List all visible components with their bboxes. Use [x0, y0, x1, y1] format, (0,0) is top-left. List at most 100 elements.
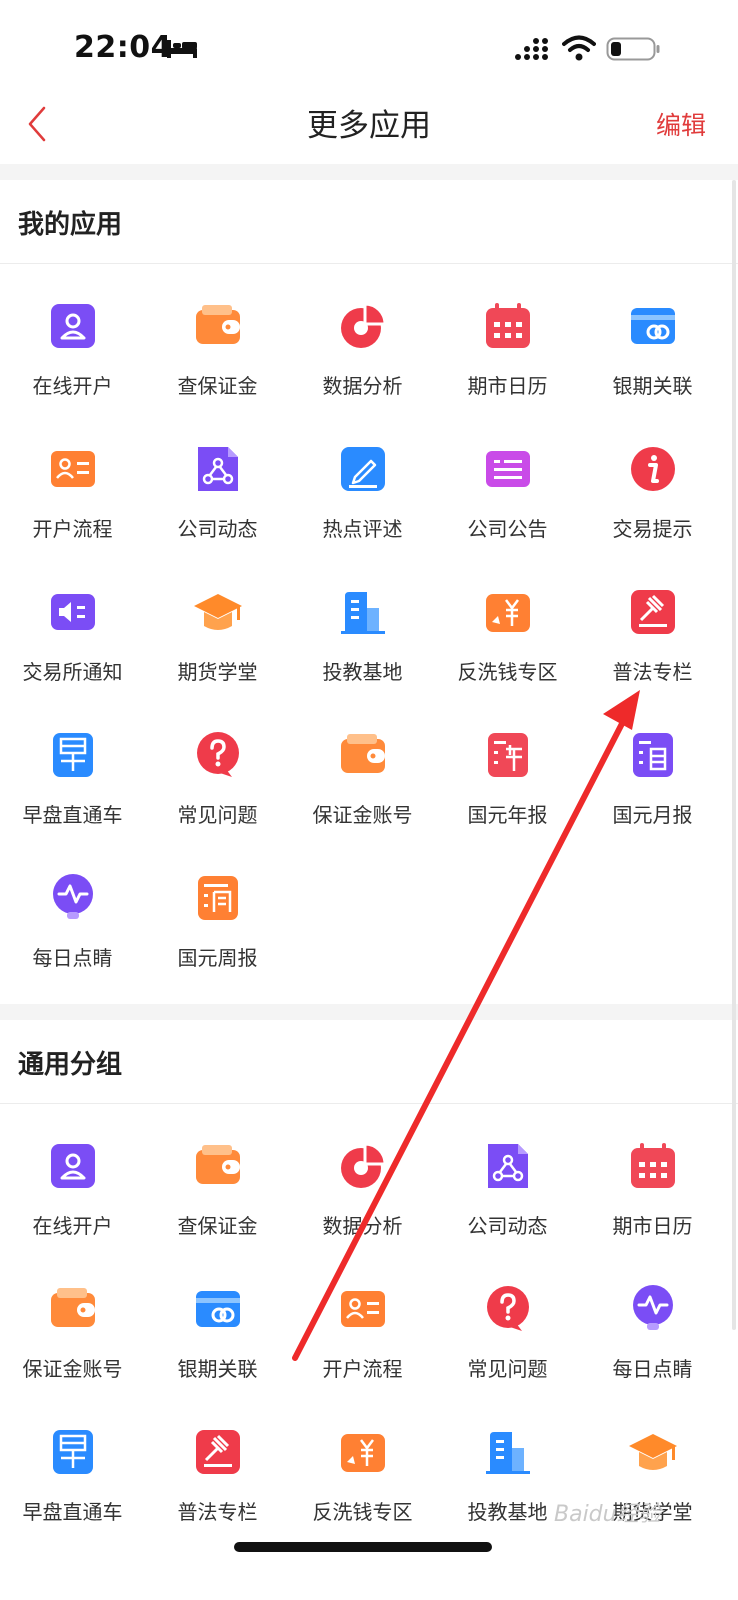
app-label: 每日点睛: [32, 946, 113, 970]
app-label: 期市日历: [467, 374, 548, 398]
question-icon: [486, 1286, 529, 1331]
edit-pen-icon: [340, 447, 385, 491]
app-tile[interactable]: 每日点睛: [580, 1273, 725, 1416]
app-tile[interactable]: 常见问题: [435, 1273, 580, 1416]
app-tile[interactable]: 交易所通知: [0, 576, 145, 719]
home-indicator[interactable]: [234, 1542, 492, 1552]
signal-icon: [515, 38, 548, 60]
app-label: 国元年报: [467, 803, 548, 827]
app-label: 交易所通知: [22, 660, 123, 684]
my-apps-grid: 在线开户 查保证金 数据分析 期市日历 银期关联开户流程 公司动态 热点评述 公司公告 交易提示…: [0, 290, 738, 1005]
app-tile[interactable]: 公司公告: [435, 433, 580, 576]
graduation-cap-icon: [193, 594, 242, 630]
building-icon: [340, 592, 385, 634]
app-tile[interactable]: 常见问题: [145, 719, 290, 862]
app-label: 开户流程: [322, 1357, 403, 1381]
gavel-icon: [195, 1430, 240, 1474]
app-tile[interactable]: 每日点睛: [0, 862, 145, 1005]
app-tile[interactable]: 期货学堂: [145, 576, 290, 719]
bulb-icon: [632, 1285, 673, 1330]
app-tile[interactable]: 数据分析: [290, 290, 435, 433]
status-time: 22:04: [74, 30, 172, 65]
calendar-icon: [630, 1143, 675, 1188]
app-label: 普法专栏: [612, 660, 693, 684]
app-tile[interactable]: 保证金账号: [290, 719, 435, 862]
app-label: 开户流程: [32, 517, 113, 541]
speaker-icon: [50, 594, 95, 630]
app-label: 在线开户: [32, 1214, 113, 1238]
app-tile[interactable]: 开户流程: [0, 433, 145, 576]
app-label: 交易提示: [612, 517, 693, 541]
app-label: 期货学堂: [177, 660, 258, 684]
bank-link-icon: [630, 308, 675, 344]
month-report-icon: [632, 733, 673, 777]
app-label: 常见问题: [177, 803, 258, 827]
gavel-icon: [630, 590, 675, 634]
app-label: 公司公告: [467, 517, 548, 541]
share-doc-icon: [197, 447, 238, 491]
wallet-icon: [195, 1145, 240, 1184]
calendar-icon: [485, 303, 530, 348]
app-tile[interactable]: 期货学堂: [580, 1416, 725, 1559]
my-apps-title: 我的应用: [18, 210, 123, 240]
notice-icon: [485, 451, 530, 487]
app-tile[interactable]: 保证金账号: [0, 1273, 145, 1416]
pie-chart-icon: [340, 1142, 387, 1188]
bed-icon: [167, 40, 197, 58]
app-label: 查保证金: [177, 1214, 258, 1238]
app-label: 银期关联: [612, 374, 693, 398]
app-tile[interactable]: 数据分析: [290, 1130, 435, 1273]
app-tile[interactable]: 国元年报: [435, 719, 580, 862]
app-tile[interactable]: 反洗钱专区: [290, 1416, 435, 1559]
building-icon: [485, 1432, 530, 1474]
app-label: 投教基地: [322, 660, 403, 684]
user-card-icon: [50, 1144, 95, 1188]
wallet-icon: [195, 305, 240, 344]
info-icon: [630, 447, 675, 491]
app-tile[interactable]: 交易提示: [580, 433, 725, 576]
app-tile[interactable]: 银期关联: [580, 290, 725, 433]
app-tile[interactable]: 公司动态: [435, 1130, 580, 1273]
app-label: 数据分析: [322, 374, 403, 398]
app-tile[interactable]: 查保证金: [145, 1130, 290, 1273]
morning-icon: [52, 1430, 93, 1474]
app-tile[interactable]: 投教基地: [435, 1416, 580, 1559]
app-tile[interactable]: 国元周报: [145, 862, 290, 1005]
app-tile[interactable]: 开户流程: [290, 1273, 435, 1416]
app-label: 普法专栏: [177, 1500, 258, 1524]
wallet-icon: [50, 1288, 95, 1327]
app-label: 热点评述: [322, 517, 403, 541]
app-label: 常见问题: [467, 1357, 548, 1381]
app-label: 公司动态: [467, 1214, 548, 1238]
app-tile[interactable]: 投教基地: [290, 576, 435, 719]
edit-button[interactable]: 编辑: [656, 106, 706, 142]
app-tile[interactable]: 普法专栏: [580, 576, 725, 719]
app-tile[interactable]: 在线开户: [0, 1130, 145, 1273]
app-label: 数据分析: [322, 1214, 403, 1238]
year-report-icon: [487, 733, 528, 777]
app-tile[interactable]: 反洗钱专区: [435, 576, 580, 719]
battery-icon: [606, 37, 660, 61]
app-tile[interactable]: 期市日历: [580, 1130, 725, 1273]
app-label: 每日点睛: [612, 1357, 693, 1381]
app-tile[interactable]: 查保证金: [145, 290, 290, 433]
scrollbar[interactable]: [732, 180, 736, 1330]
app-label: 公司动态: [177, 517, 258, 541]
app-tile[interactable]: 期市日历: [435, 290, 580, 433]
app-tile[interactable]: 热点评述: [290, 433, 435, 576]
app-label: 银期关联: [177, 1357, 258, 1381]
app-tile[interactable]: 在线开户: [0, 290, 145, 433]
nav-bar: 更多应用 编辑: [0, 96, 738, 164]
app-tile[interactable]: 国元月报: [580, 719, 725, 862]
section-divider: [0, 1004, 738, 1020]
common-group-grid: 在线开户 查保证金 数据分析 公司动态 期市日历保证金账号 银期关联 开户流程 常见问题 每日点…: [0, 1130, 738, 1559]
app-tile[interactable]: 银期关联: [145, 1273, 290, 1416]
wifi-icon: [562, 35, 596, 61]
app-tile[interactable]: 普法专栏: [145, 1416, 290, 1559]
status-bar: 22:04: [0, 0, 738, 96]
app-tile[interactable]: 公司动态: [145, 433, 290, 576]
app-tile[interactable]: 早盘直通车: [0, 719, 145, 862]
common-group-title: 通用分组: [18, 1050, 123, 1080]
app-label: 期市日历: [612, 1214, 693, 1238]
app-tile[interactable]: 早盘直通车: [0, 1416, 145, 1559]
